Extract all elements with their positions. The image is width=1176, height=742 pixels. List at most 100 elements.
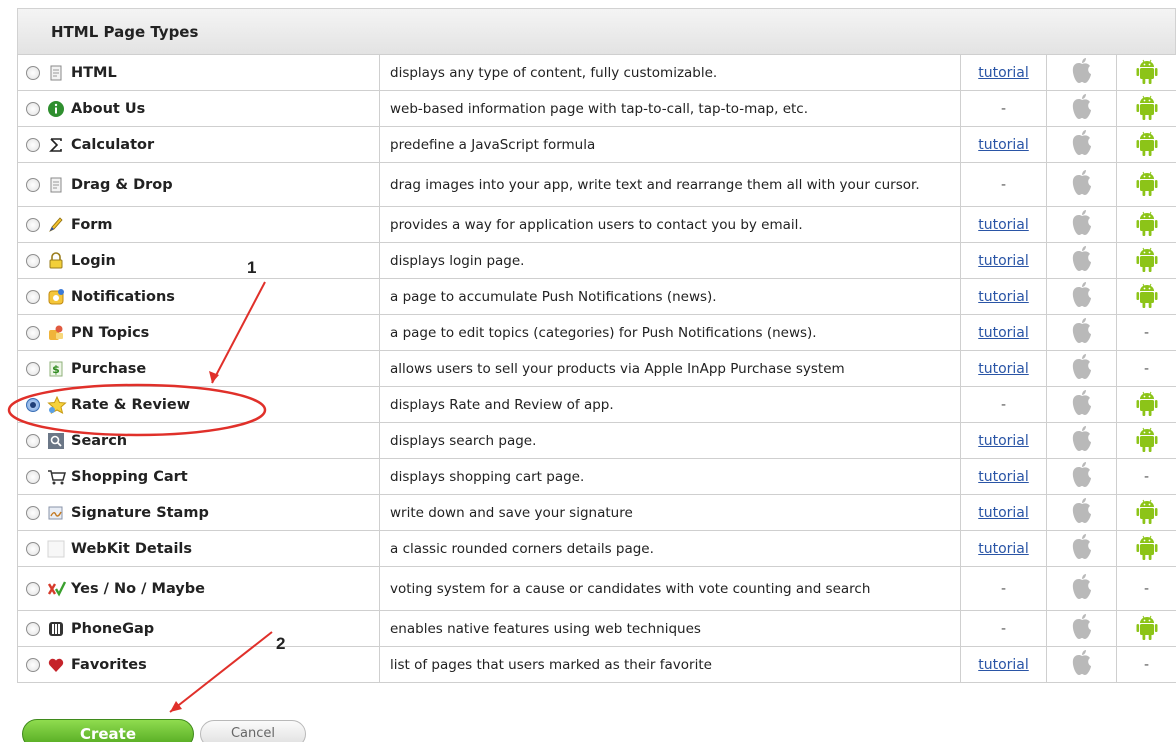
page-type-radio[interactable] — [26, 177, 40, 192]
page-type-radio[interactable] — [26, 621, 40, 636]
page-type-description: list of pages that users marked as their… — [379, 646, 961, 683]
svg-text:$: $ — [52, 363, 60, 376]
page-type-row[interactable]: Signature Stamp write down and save your … — [17, 494, 1176, 531]
page-type-row[interactable]: WebKit Details a classic rounded corners … — [17, 530, 1176, 567]
tutorial-link[interactable]: tutorial — [978, 433, 1029, 449]
page-type-row[interactable]: Rate & Review displays Rate and Review of… — [17, 386, 1176, 423]
page-type-name-cell[interactable]: Form — [17, 206, 380, 243]
page-type-label: Notifications — [71, 288, 175, 305]
notification-icon — [47, 288, 65, 306]
page-type-name-cell[interactable]: Rate & Review — [17, 386, 380, 423]
page-type-name-cell[interactable]: PN Topics — [17, 314, 380, 351]
page-type-description: displays login page. — [379, 242, 961, 279]
page-type-radio[interactable] — [26, 657, 40, 672]
page-type-row[interactable]: PN Topics a page to edit topics (categori… — [17, 314, 1176, 351]
page-type-radio[interactable] — [26, 581, 40, 596]
android-cell — [1116, 126, 1176, 163]
signature-icon — [47, 504, 65, 522]
apple-icon — [1069, 128, 1095, 162]
android-cell: - — [1116, 458, 1176, 495]
page-type-radio[interactable] — [26, 505, 40, 520]
android-icon — [1135, 497, 1159, 529]
tutorial-cell: - — [960, 610, 1047, 647]
page-type-description: a page to accumulate Push Notifications … — [379, 278, 961, 315]
page-type-radio[interactable] — [26, 433, 40, 448]
android-cell — [1116, 162, 1176, 207]
page-type-description: write down and save your signature — [379, 494, 961, 531]
tutorial-cell: - — [960, 90, 1047, 127]
android-unsupported-dash: - — [1143, 324, 1150, 341]
page-type-name-cell[interactable]: Favorites — [17, 646, 380, 683]
page-type-row[interactable]: Notifications a page to accumulate Push N… — [17, 278, 1176, 315]
ios-cell — [1046, 314, 1117, 351]
tutorial-link[interactable]: tutorial — [978, 289, 1029, 305]
page-type-name-cell[interactable]: About Us — [17, 90, 380, 127]
page-type-radio[interactable] — [26, 361, 40, 376]
page-type-name-cell[interactable]: Signature Stamp — [17, 494, 380, 531]
tutorial-link[interactable]: tutorial — [978, 65, 1029, 81]
page-type-name-cell[interactable]: Shopping Cart — [17, 458, 380, 495]
page-type-name-cell[interactable]: $ Purchase — [17, 350, 380, 387]
tutorial-link[interactable]: tutorial — [978, 469, 1029, 485]
ios-cell — [1046, 54, 1117, 91]
page-type-name-cell[interactable]: Notifications — [17, 278, 380, 315]
page-type-radio[interactable] — [26, 253, 40, 268]
android-cell — [1116, 90, 1176, 127]
page-type-radio[interactable] — [26, 65, 40, 80]
tutorial-link[interactable]: tutorial — [978, 253, 1029, 269]
tutorial-link[interactable]: tutorial — [978, 325, 1029, 341]
ios-cell — [1046, 162, 1117, 207]
page-type-name-cell[interactable]: HTML — [17, 54, 380, 91]
annotation-number-1: 1 — [247, 258, 257, 277]
page-type-row[interactable]: Drag & Drop drag images into your app, wr… — [17, 162, 1176, 207]
page-type-row[interactable]: Yes / No / Maybe voting system for a caus… — [17, 566, 1176, 611]
page-type-row[interactable]: Form provides a way for application users… — [17, 206, 1176, 243]
tutorial-link[interactable]: tutorial — [978, 505, 1029, 521]
create-button[interactable]: Create — [22, 719, 194, 742]
page-type-name-cell[interactable]: PhoneGap — [17, 610, 380, 647]
page-type-row[interactable]: HTML displays any type of content, fully … — [17, 54, 1176, 91]
tutorial-cell: - — [960, 566, 1047, 611]
tutorial-link[interactable]: tutorial — [978, 361, 1029, 377]
ios-cell — [1046, 458, 1117, 495]
page-type-row[interactable]: Shopping Cart displays shopping cart page… — [17, 458, 1176, 495]
page-type-row[interactable]: About Us web-based information page with … — [17, 90, 1176, 127]
apple-icon — [1069, 424, 1095, 458]
page-type-radio[interactable] — [26, 469, 40, 484]
page-type-description: enables native features using web techni… — [379, 610, 961, 647]
page-type-row[interactable]: PhoneGap enables native features using we… — [17, 610, 1176, 647]
apple-icon — [1069, 352, 1095, 386]
android-cell — [1116, 422, 1176, 459]
page-type-description: predefine a JavaScript formula — [379, 126, 961, 163]
page-type-radio[interactable] — [26, 137, 40, 152]
arrow-2-head — [170, 701, 182, 712]
page-type-radio[interactable] — [26, 101, 40, 116]
page-type-name-cell[interactable]: Drag & Drop — [17, 162, 380, 207]
cancel-button[interactable]: Cancel — [200, 720, 306, 742]
page-type-name-cell[interactable]: Login — [17, 242, 380, 279]
page-type-row[interactable]: $ Purchase allows users to sell your produ… — [17, 350, 1176, 387]
page-type-radio[interactable] — [26, 325, 40, 340]
page-type-name-cell[interactable]: Calculator — [17, 126, 380, 163]
tutorial-link[interactable]: tutorial — [978, 541, 1029, 557]
android-cell: - — [1116, 314, 1176, 351]
sigma-icon — [47, 136, 65, 154]
tutorial-link[interactable]: tutorial — [978, 137, 1029, 153]
page-type-name-cell[interactable]: WebKit Details — [17, 530, 380, 567]
apple-icon — [1069, 388, 1095, 422]
page-type-radio[interactable] — [26, 397, 40, 412]
tutorial-link[interactable]: tutorial — [978, 657, 1029, 673]
page-type-name-cell[interactable]: Yes / No / Maybe — [17, 566, 380, 611]
android-cell: - — [1116, 566, 1176, 611]
page-type-name-cell[interactable]: Search — [17, 422, 380, 459]
page-types-panel: HTML Page Types HTML displays any type of… — [17, 8, 1176, 683]
page-type-row[interactable]: Calculator predefine a JavaScript formula… — [17, 126, 1176, 163]
page-type-row[interactable]: Login displays login page. tutorial — [17, 242, 1176, 279]
tutorial-link[interactable]: tutorial — [978, 217, 1029, 233]
page-type-radio[interactable] — [26, 217, 40, 232]
page-type-label: Calculator — [71, 136, 155, 153]
page-type-radio[interactable] — [26, 541, 40, 556]
page-type-radio[interactable] — [26, 289, 40, 304]
page-type-row[interactable]: Search displays search page. tutorial — [17, 422, 1176, 459]
page-type-row[interactable]: Favorites list of pages that users marked… — [17, 646, 1176, 683]
